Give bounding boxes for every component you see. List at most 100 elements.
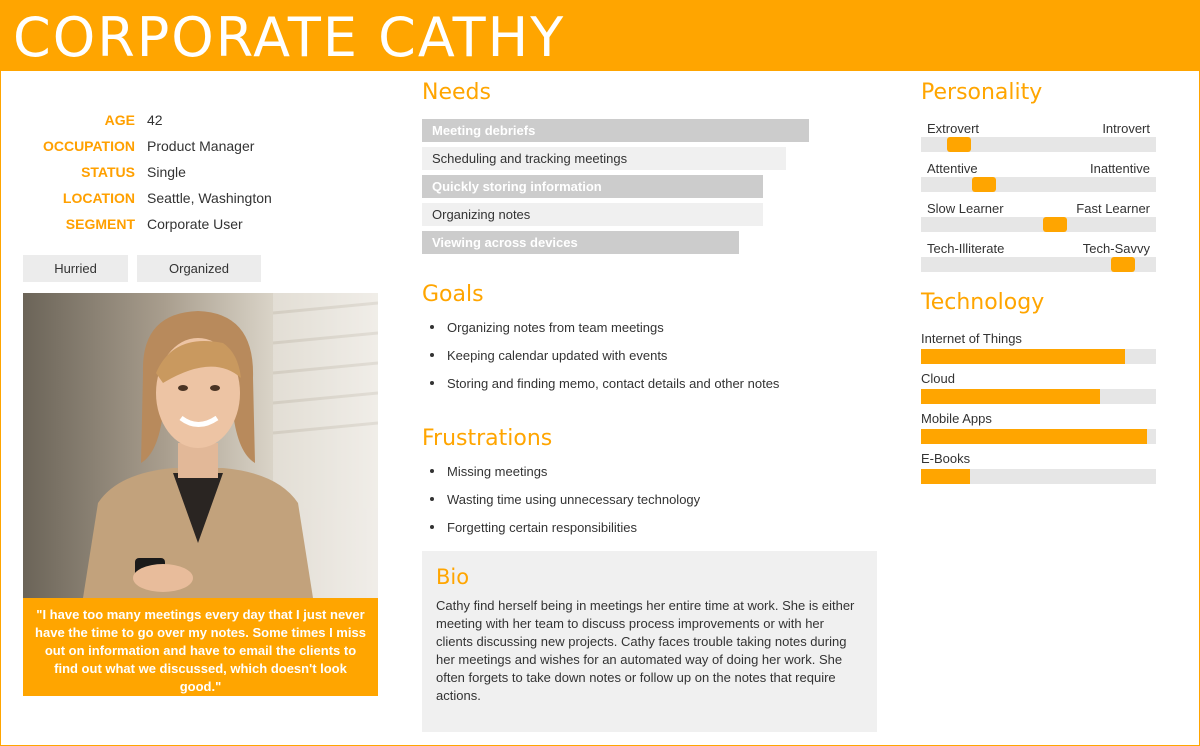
needs-list: Meeting debriefs Scheduling and tracking… <box>422 119 822 259</box>
tech-item: E-Books <box>921 449 1156 489</box>
frustrations-title: Frustrations <box>422 426 553 451</box>
progress-fill <box>921 349 1125 364</box>
trait-right-label: Introvert <box>1102 120 1150 136</box>
tech-label: Mobile Apps <box>921 410 992 426</box>
progress-fill <box>921 389 1100 404</box>
list-item: Missing meetings <box>430 457 850 485</box>
info-row-status: STATUS Single <box>23 159 383 185</box>
bullet-icon <box>430 469 434 473</box>
info-value: Seattle, Washington <box>147 190 272 206</box>
progress-track <box>921 389 1156 404</box>
list-item: Storing and finding memo, contact detail… <box>430 369 850 397</box>
info-label: AGE <box>104 112 135 128</box>
personality-sliders: Extrovert Introvert Attentive Inattentive … <box>921 119 1156 279</box>
tech-label: E-Books <box>921 450 971 466</box>
technology-title: Technology <box>921 290 1045 315</box>
tech-item: Internet of Things <box>921 329 1156 369</box>
goal-text: Organizing notes from team meetings <box>447 319 664 335</box>
needs-title: Needs <box>422 80 491 105</box>
bullet-icon <box>430 381 434 385</box>
bio-panel: Bio Cathy find herself being in meetings… <box>422 551 877 732</box>
list-item: Keeping calendar updated with events <box>430 341 850 369</box>
info-label: STATUS <box>81 164 135 180</box>
slider-knob <box>1111 257 1135 272</box>
need-bar: Organizing notes <box>422 203 763 226</box>
tech-item: Mobile Apps <box>921 409 1156 449</box>
bullet-icon <box>430 325 434 329</box>
info-row-segment: SEGMENT Corporate User <box>23 211 383 237</box>
tag-organized: Organized <box>137 255 261 282</box>
need-bar: Meeting debriefs <box>422 119 809 142</box>
tag-hurried: Hurried <box>23 255 128 282</box>
trait-right-label: Tech-Savvy <box>1082 240 1150 256</box>
tech-item: Cloud <box>921 369 1156 409</box>
info-label: LOCATION <box>62 190 135 206</box>
trait-left-label: Tech-Illiterate <box>927 240 1005 256</box>
frustration-text: Missing meetings <box>447 463 548 479</box>
trait-tags: Hurried Organized <box>23 255 261 282</box>
list-item: Organizing notes from team meetings <box>430 313 850 341</box>
slider-track <box>921 177 1156 192</box>
bio-title: Bio <box>436 565 470 589</box>
progress-track <box>921 469 1156 484</box>
info-value: Single <box>147 164 186 180</box>
list-item: Forgetting certain responsibilities <box>430 513 850 541</box>
info-value: Product Manager <box>147 138 255 154</box>
info-row-location: LOCATION Seattle, Washington <box>23 185 383 211</box>
progress-track <box>921 429 1156 444</box>
trait-left-label: Attentive <box>927 160 978 176</box>
persona-quote: "I have too many meetings every day that… <box>23 598 378 696</box>
persona-portrait-illustration <box>83 293 378 598</box>
info-row-age: AGE 42 <box>23 107 383 133</box>
progress-track <box>921 349 1156 364</box>
slider-track <box>921 217 1156 232</box>
progress-fill <box>921 469 970 484</box>
trait-right-label: Inattentive <box>1090 160 1150 176</box>
trait-right-label: Fast Learner <box>1076 200 1150 216</box>
tech-label: Internet of Things <box>921 330 1022 346</box>
persona-name: CORPORATE CATHY <box>13 6 566 69</box>
persona-photo <box>23 293 378 598</box>
trait-slider: Tech-Illiterate Tech-Savvy <box>921 239 1156 279</box>
bullet-icon <box>430 525 434 529</box>
persona-info: AGE 42 OCCUPATION Product Manager STATUS… <box>23 107 383 237</box>
trait-slider: Slow Learner Fast Learner <box>921 199 1156 239</box>
info-label: SEGMENT <box>65 216 135 232</box>
trait-slider: Extrovert Introvert <box>921 119 1156 159</box>
bio-text: Cathy find herself being in meetings her… <box>436 598 855 703</box>
goals-title: Goals <box>422 282 484 307</box>
header-banner: CORPORATE CATHY <box>0 0 1200 71</box>
info-value: Corporate User <box>147 216 243 232</box>
bullet-icon <box>430 497 434 501</box>
personality-title: Personality <box>921 80 1043 105</box>
slider-knob <box>972 177 996 192</box>
bullet-icon <box>430 353 434 357</box>
info-label: OCCUPATION <box>42 138 135 154</box>
need-label: Meeting debriefs <box>432 123 536 138</box>
tech-label: Cloud <box>921 370 955 386</box>
need-label: Scheduling and tracking meetings <box>432 151 628 166</box>
need-bar: Viewing across devices <box>422 231 739 254</box>
trait-left-label: Extrovert <box>927 120 980 136</box>
frustrations-list: Missing meetings Wasting time using unne… <box>430 457 850 541</box>
need-label: Quickly storing information <box>432 179 602 194</box>
slider-track <box>921 137 1156 152</box>
trait-left-label: Slow Learner <box>927 200 1004 216</box>
slider-knob <box>1043 217 1067 232</box>
need-label: Organizing notes <box>432 207 531 222</box>
trait-slider: Attentive Inattentive <box>921 159 1156 199</box>
slider-knob <box>947 137 971 152</box>
need-bar: Quickly storing information <box>422 175 763 198</box>
frustration-text: Forgetting certain responsibilities <box>447 519 638 535</box>
technology-bars: Internet of Things Cloud Mobile Apps E-B… <box>921 329 1156 489</box>
slider-track <box>921 257 1156 272</box>
frustration-text: Wasting time using unnecessary technolog… <box>447 491 701 507</box>
goal-text: Storing and finding memo, contact detail… <box>447 375 780 391</box>
info-row-occupation: OCCUPATION Product Manager <box>23 133 383 159</box>
info-value: 42 <box>147 112 163 128</box>
list-item: Wasting time using unnecessary technolog… <box>430 485 850 513</box>
need-label: Viewing across devices <box>432 235 578 250</box>
progress-fill <box>921 429 1147 444</box>
goals-list: Organizing notes from team meetings Keep… <box>430 313 850 397</box>
goal-text: Keeping calendar updated with events <box>447 347 668 363</box>
